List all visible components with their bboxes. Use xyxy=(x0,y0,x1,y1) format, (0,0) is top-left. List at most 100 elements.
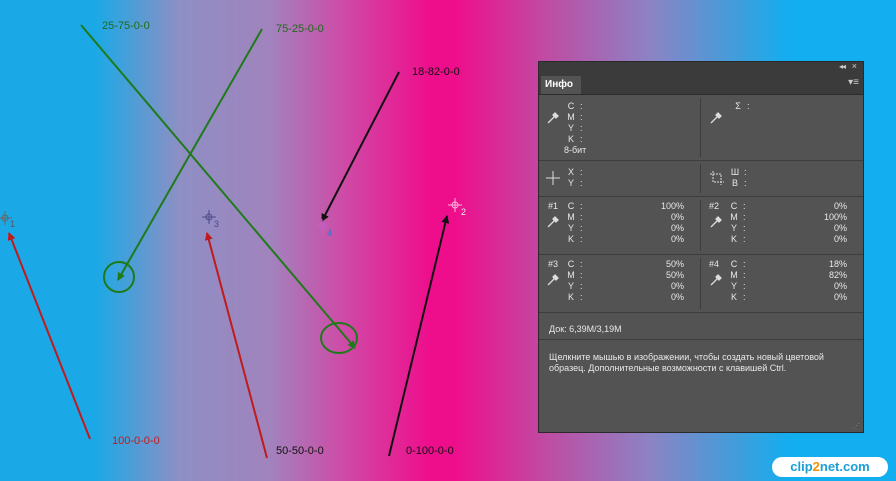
sample-value: 50% xyxy=(665,270,684,280)
sample-value: 0% xyxy=(670,234,684,244)
green-arrow-2 xyxy=(117,28,263,281)
colon: : xyxy=(580,234,583,244)
eyedropper-icon[interactable] xyxy=(546,111,560,125)
sampler-number: 2 xyxy=(461,207,467,217)
annotation-label: 75-25-0-0 xyxy=(276,23,324,35)
channel-label: C xyxy=(730,259,738,269)
channel-label: Y xyxy=(567,281,574,291)
watermark-logo: clip2net.com xyxy=(772,457,888,477)
info-panel: ◂◂ × Инфо ▾≡ C: M: Y: K: 8-бит Σ: X: Y: xyxy=(538,61,864,433)
eyedropper-icon[interactable] xyxy=(546,273,560,287)
divider xyxy=(700,258,701,309)
colon: : xyxy=(580,259,583,269)
eyedropper-icon[interactable] xyxy=(709,273,723,287)
sample-value: 0% xyxy=(833,292,847,302)
eyedropper-icon[interactable] xyxy=(709,215,723,229)
collapse-icon[interactable]: ◂◂ xyxy=(839,62,846,71)
colon: : xyxy=(743,234,746,244)
channel-label: Y xyxy=(730,281,737,291)
black-arrow-1 xyxy=(321,71,400,222)
colon: : xyxy=(744,167,747,177)
sample-value: 0% xyxy=(670,292,684,302)
sample-value: 0% xyxy=(833,234,847,244)
channel-label: C xyxy=(730,201,738,211)
sample-value: 0% xyxy=(833,223,847,233)
green-circle-2 xyxy=(320,322,358,354)
colon: : xyxy=(580,167,583,177)
annotation-label: 50-50-0-0 xyxy=(276,445,324,457)
colon: : xyxy=(743,223,746,233)
channel-label: K xyxy=(567,134,574,144)
panel-titlebar[interactable]: ◂◂ × xyxy=(539,61,863,74)
colon: : xyxy=(580,292,583,302)
colon: : xyxy=(743,201,746,211)
eyedropper-icon[interactable] xyxy=(709,111,723,125)
annotation-label: 25-75-0-0 xyxy=(102,20,150,32)
tab-bar: Инфо ▾≡ xyxy=(539,74,863,95)
channel-label: Y xyxy=(730,223,737,233)
colon: : xyxy=(744,178,747,188)
colon: : xyxy=(580,281,583,291)
colon: : xyxy=(580,112,583,122)
sample-value: 18% xyxy=(828,259,847,269)
sample-id: #4 xyxy=(709,259,720,269)
coord-label: X xyxy=(567,167,574,177)
divider xyxy=(539,339,863,340)
sample-value: 0% xyxy=(670,223,684,233)
colon: : xyxy=(747,101,750,111)
size-label: Ш xyxy=(730,167,740,177)
colon: : xyxy=(580,223,583,233)
sample-value: 0% xyxy=(670,212,684,222)
divider xyxy=(700,98,701,157)
readout-section: C: M: Y: K: 8-бит Σ: xyxy=(539,95,863,161)
sample-3: #3 C: 50% M: 50% Y: 0% K: 0% xyxy=(539,255,699,312)
sample-value: 0% xyxy=(833,281,847,291)
divider xyxy=(700,164,701,193)
sample-value: 50% xyxy=(665,259,684,269)
resize-grip-icon[interactable]: ⋰ xyxy=(853,422,860,430)
sample-value: 100% xyxy=(823,212,847,222)
colon: : xyxy=(580,134,583,144)
sample-value: 82% xyxy=(828,270,847,280)
sampler-number: 1 xyxy=(10,219,16,229)
colon: : xyxy=(580,101,583,111)
colon: : xyxy=(580,178,583,188)
colon: : xyxy=(580,201,583,211)
hint-text: Щелкните мышью в изображении, чтобы созд… xyxy=(549,352,824,373)
annotation-label: 100-0-0-0 xyxy=(112,435,160,447)
coord-label: Y xyxy=(567,178,574,188)
channel-label: M xyxy=(567,270,575,280)
document-size: Док: 6,39M/3,19M xyxy=(549,324,622,334)
close-icon[interactable]: × xyxy=(852,61,857,71)
samples-section-2: #3 C: 50% M: 50% Y: 0% K: 0% #4 C: 18% M: 82% … xyxy=(539,255,863,313)
sample-id: #2 xyxy=(709,201,720,211)
bit-depth: 8-бит xyxy=(564,145,587,155)
channel-label: Y xyxy=(567,223,574,233)
colon: : xyxy=(580,270,583,280)
red-arrow-1 xyxy=(7,232,91,440)
sample-value: 0% xyxy=(670,281,684,291)
watermark-text: net.com xyxy=(819,459,870,474)
channel-label: K xyxy=(730,234,737,244)
sampler-2-icon xyxy=(448,198,462,212)
crosshair-icon xyxy=(546,171,560,185)
divider xyxy=(700,200,701,251)
red-arrow-2 xyxy=(204,232,268,459)
colon: : xyxy=(580,212,583,222)
colon: : xyxy=(743,292,746,302)
colon: : xyxy=(743,281,746,291)
channel-label: M xyxy=(730,212,738,222)
sum-label: Σ xyxy=(735,101,741,111)
eyedropper-icon[interactable] xyxy=(546,215,560,229)
coords-section: X: Y: Ш: В: xyxy=(539,161,863,197)
channel-label: K xyxy=(730,292,737,302)
tab-info[interactable]: Инфо xyxy=(541,76,581,94)
size-label: В xyxy=(731,178,738,188)
panel-menu-icon[interactable]: ▾≡ xyxy=(848,77,859,88)
channel-label: C xyxy=(567,259,575,269)
samples-section-1: #1 C: 100% M: 0% Y: 0% K: 0% #2 C: 0% M: 100% … xyxy=(539,197,863,255)
sampler-number: 3 xyxy=(214,219,220,229)
black-arrow-2 xyxy=(388,215,450,457)
colon: : xyxy=(743,270,746,280)
colon: : xyxy=(580,123,583,133)
